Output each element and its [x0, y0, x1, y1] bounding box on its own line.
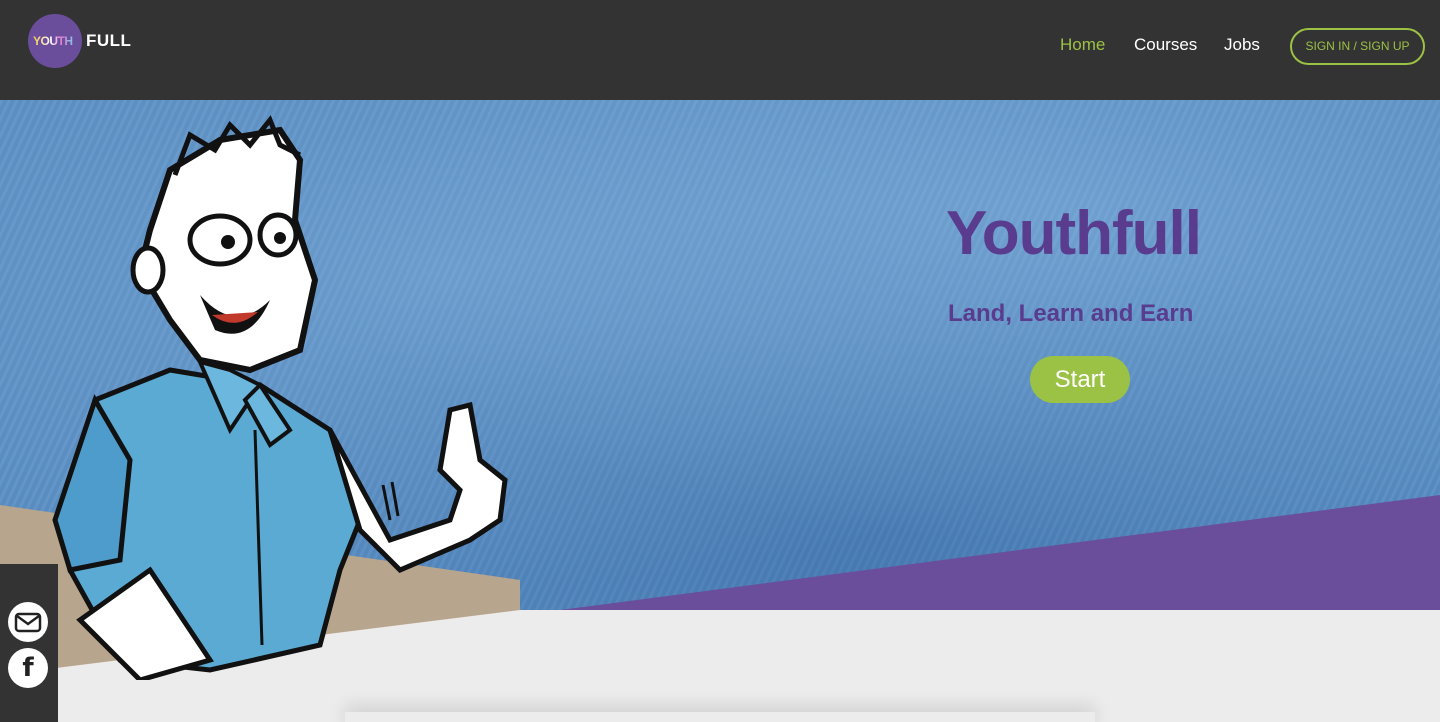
facebook-icon[interactable]: f	[8, 648, 48, 688]
hero-section: Youthfull Land, Learn and Earn Start	[0, 100, 1440, 680]
logo-full-text: FULL	[86, 31, 132, 50]
nav-home-link[interactable]: Home	[1060, 35, 1105, 55]
site-header: YOUTH FULL Home Courses Jobs SIGN IN / S…	[0, 0, 1440, 100]
hero-title: Youthfull	[946, 199, 1202, 268]
brand-logo[interactable]: YOUTH FULL	[28, 14, 138, 70]
social-sidebar: f	[0, 564, 58, 722]
start-button[interactable]: Start	[1030, 356, 1130, 403]
hero-subtitle: Land, Learn and Earn	[948, 300, 1194, 327]
nav-jobs-link[interactable]: Jobs	[1224, 35, 1260, 55]
mail-icon[interactable]	[8, 602, 48, 642]
content-card	[345, 712, 1095, 722]
envelope-icon	[14, 612, 42, 633]
facebook-glyph: f	[22, 653, 34, 683]
sign-in-button[interactable]: SIGN IN / SIGN UP	[1290, 28, 1425, 65]
purple-band	[560, 495, 1440, 610]
nav-courses-link[interactable]: Courses	[1134, 35, 1197, 55]
cartoon-character-illustration	[52, 115, 508, 680]
logo-youth-text: YOUTH	[33, 34, 73, 48]
